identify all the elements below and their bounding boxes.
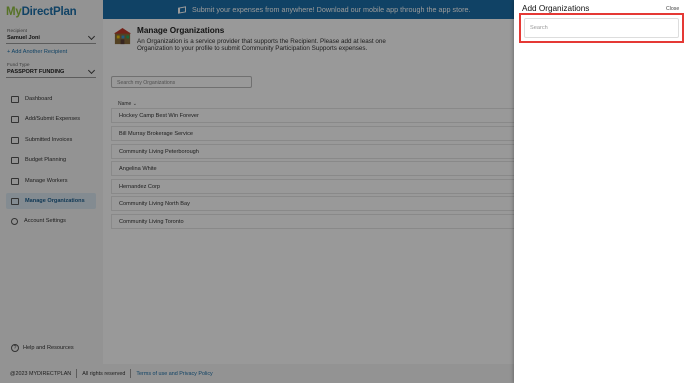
add-organizations-drawer: Add Organizations Close	[514, 0, 687, 383]
close-button[interactable]: Close	[666, 6, 679, 12]
search-input[interactable]	[524, 18, 679, 38]
search-highlight	[519, 13, 684, 43]
modal-backdrop[interactable]	[0, 0, 514, 383]
drawer-title: Add Organizations	[522, 4, 590, 13]
